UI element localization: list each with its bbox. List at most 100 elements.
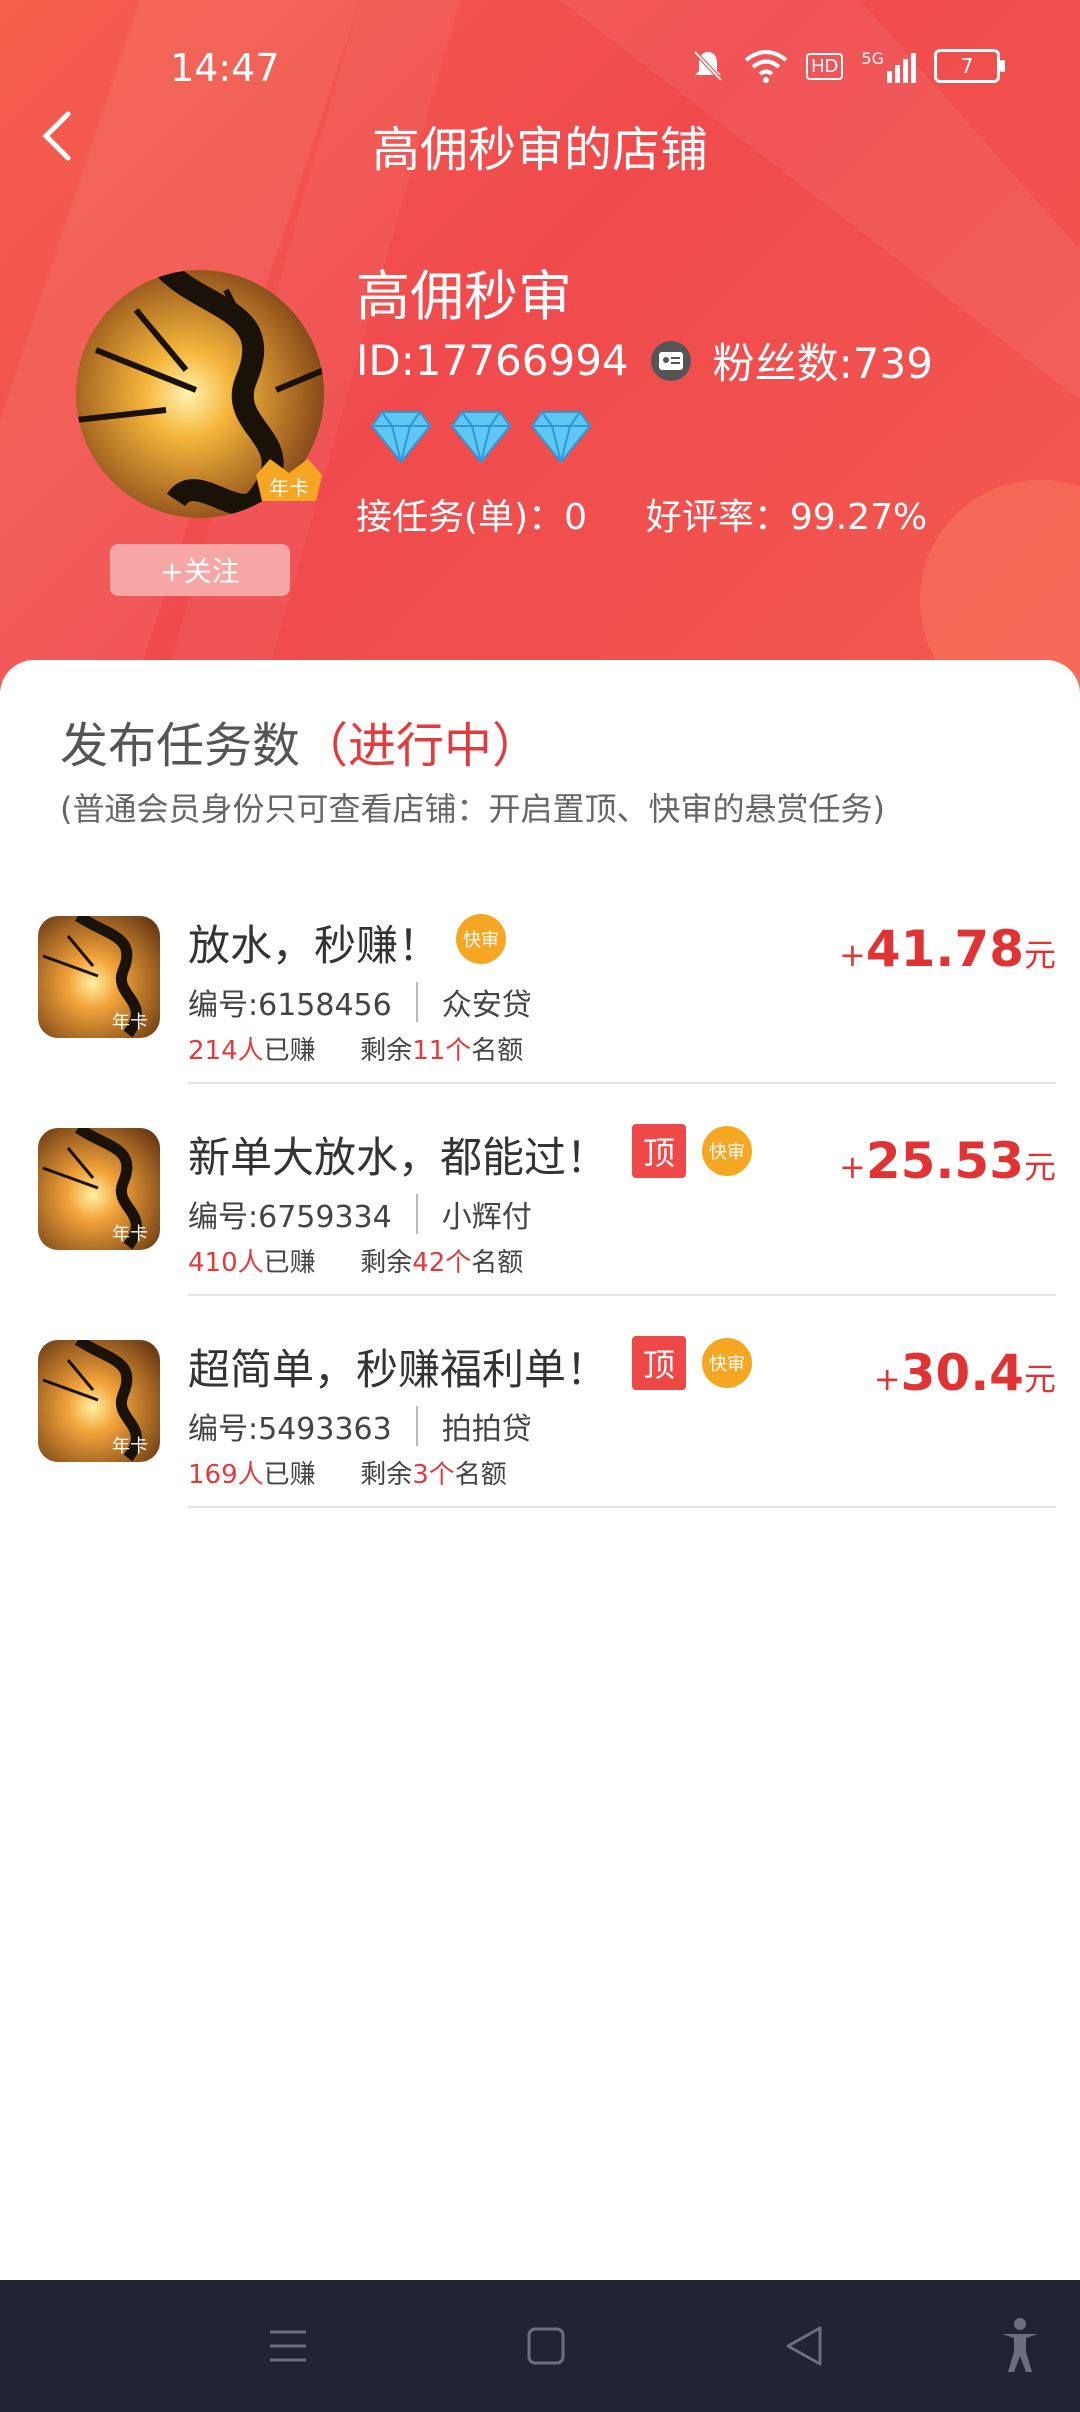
reward-amount: 30.4 (900, 1344, 1024, 1402)
svg-text:年卡: 年卡 (112, 1436, 148, 1457)
remain-prefix: 剩余 (360, 1460, 413, 1490)
task-meta: 编号:5493363 拍拍贷 (188, 1404, 532, 1448)
follow-button[interactable]: +关注 (110, 544, 290, 596)
svg-text:年卡: 年卡 (269, 476, 309, 500)
earned-count: 169人 (188, 1460, 264, 1490)
reward-amount: 25.53 (865, 1132, 1024, 1190)
task-item[interactable]: 年卡 超简单，秒赚福利单！ 顶 快审 编号:5493363 拍拍贷 169人已赚… (0, 1296, 1080, 1508)
task-badges: 顶 快审 (632, 1124, 754, 1178)
task-platform: 小辉付 (441, 1200, 532, 1235)
status-icons: HD 5G 7 (690, 48, 1005, 84)
battery-icon: 7 (934, 49, 1005, 83)
status-time: 14:47 (170, 46, 280, 90)
task-counts: 214人已赚 剩余11个名额 (188, 1030, 523, 1067)
section-note: (普通会员身份只可查看店铺：开启置顶、快审的悬赏任务) (60, 790, 885, 828)
fast-review-badge: 快审 (702, 1126, 752, 1176)
earned-label: 已赚 (263, 1460, 316, 1490)
task-number: 编号:6158456 (188, 988, 392, 1023)
reward-sign: + (873, 1360, 901, 1398)
top-pin-badge: 顶 (632, 1124, 686, 1178)
nav-bar: 高佣秒审的店铺 (0, 100, 1080, 180)
task-reward: +41.78元 (839, 920, 1056, 978)
task-title: 超简单，秒赚福利单！ (188, 1345, 609, 1394)
tasks-taken: 接任务(单)：0 (356, 497, 587, 538)
page-title: 高佣秒审的店铺 (371, 122, 708, 178)
fast-review-badge: 快审 (456, 914, 506, 964)
signal-icon: 5G (861, 49, 916, 83)
section-title-text: 发布任务数 (60, 718, 301, 774)
task-number: 编号:5493363 (188, 1412, 392, 1447)
task-platform: 拍拍贷 (441, 1412, 532, 1447)
task-meta: 编号:6759334 小辉付 (188, 1192, 532, 1236)
menu-icon[interactable] (268, 2316, 308, 2376)
network-type: 5G (861, 49, 884, 68)
remain-count: 11个 (412, 1036, 472, 1066)
home-icon[interactable] (526, 2316, 566, 2376)
svg-text:快审: 快审 (709, 1142, 745, 1163)
task-number: 编号:6759334 (188, 1200, 392, 1235)
task-thumbnail: 年卡 (38, 916, 160, 1038)
diamond-level (370, 408, 592, 464)
svg-text:年卡: 年卡 (112, 1012, 148, 1033)
task-reward: +25.53元 (839, 1132, 1056, 1190)
earned-label: 已赚 (263, 1036, 316, 1066)
task-counts: 410人已赚 剩余42个名额 (188, 1242, 523, 1279)
reward-amount: 41.78 (865, 920, 1024, 978)
annual-card-badge: 年卡 (256, 459, 322, 501)
svg-text:快审: 快审 (709, 1354, 745, 1375)
task-badges: 顶 快审 (632, 1336, 754, 1390)
earned-count: 214人 (188, 1036, 264, 1066)
task-thumbnail: 年卡 (38, 1128, 160, 1250)
reward-unit: 元 (1023, 1148, 1056, 1186)
back-triangle-icon[interactable] (784, 2316, 824, 2376)
accessibility-icon[interactable] (998, 2316, 1042, 2376)
svg-text:年卡: 年卡 (112, 1224, 148, 1245)
task-title: 新单大放水，都能过！ (188, 1133, 609, 1182)
remain-suffix: 名额 (471, 1036, 524, 1066)
task-title: 放水，秒赚！ (188, 921, 441, 970)
task-reward: +30.4元 (874, 1344, 1056, 1402)
task-item[interactable]: 年卡 新单大放水，都能过！ 顶 快审 编号:6759334 小辉付 410人已赚… (0, 1084, 1080, 1296)
task-thumbnail: 年卡 (38, 1340, 160, 1462)
shop-stats: 接任务(单)：0 好评率：99.27% (356, 488, 927, 540)
reward-unit: 元 (1023, 1360, 1056, 1398)
task-separator (188, 1506, 1056, 1508)
wifi-icon (744, 50, 788, 83)
remain-prefix: 剩余 (360, 1248, 413, 1278)
fans-count: 粉丝数:739 (712, 339, 933, 388)
section-title: 发布任务数（进行中） (60, 706, 540, 776)
divider (415, 1406, 418, 1446)
shop-name: 高佣秒审 (356, 265, 572, 328)
reward-sign: + (839, 936, 866, 974)
divider (415, 1194, 418, 1234)
task-meta: 编号:6158456 众安贷 (188, 980, 532, 1024)
top-pin-badge: 顶 (632, 1336, 686, 1390)
task-platform: 众安贷 (441, 988, 532, 1023)
shop-header: 14:47 HD 5G 7 高佣秒审的店铺 年卡 +关注 高佣秒审 ID:177… (0, 0, 1080, 700)
remain-prefix: 剩余 (360, 1036, 413, 1066)
system-nav-bar (0, 2280, 1080, 2412)
hd-icon: HD (806, 52, 844, 80)
svg-text:快审: 快审 (463, 930, 499, 951)
task-panel: 发布任务数（进行中） (普通会员身份只可查看店铺：开启置顶、快审的悬赏任务) 年… (0, 660, 1080, 2280)
task-counts: 169人已赚 剩余3个名额 (188, 1454, 507, 1491)
section-status: （进行中） (300, 718, 541, 774)
rating: 好评率：99.27% (645, 497, 928, 538)
status-bar: 14:47 HD 5G 7 (0, 40, 1080, 100)
remain-count: 42个 (412, 1248, 472, 1278)
task-badges: 快审 (454, 912, 508, 966)
remain-suffix: 名额 (471, 1248, 524, 1278)
earned-label: 已赚 (263, 1248, 316, 1278)
shop-id-row: ID:17766994 粉丝数:739 (356, 330, 933, 391)
divider (415, 982, 418, 1022)
diamond-icon (370, 411, 432, 464)
reward-unit: 元 (1023, 936, 1056, 974)
diamond-icon (530, 411, 592, 464)
task-item[interactable]: 年卡 放水，秒赚！ 快审 编号:6158456 众安贷 214人已赚 剩余11个… (0, 872, 1080, 1084)
fast-review-badge: 快审 (702, 1338, 752, 1388)
earned-count: 410人 (188, 1248, 264, 1278)
diamond-icon (450, 411, 512, 464)
remain-suffix: 名额 (454, 1460, 507, 1490)
mute-icon (693, 50, 723, 82)
id-card-icon (650, 340, 691, 381)
